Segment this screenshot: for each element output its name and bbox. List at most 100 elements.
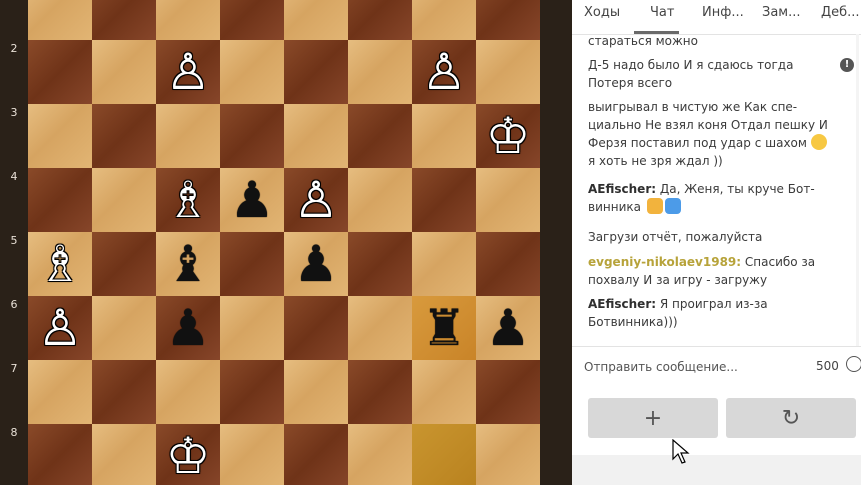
white-bishop-icon[interactable]: ♗ bbox=[28, 232, 92, 296]
white-pawn-icon[interactable]: ♙ bbox=[156, 40, 220, 104]
side-panel: Ходы Чат Инф... Зам... Деб... стараться … bbox=[572, 0, 861, 485]
board-square[interactable] bbox=[412, 360, 476, 424]
flexed-biceps-emoji-icon bbox=[646, 198, 663, 214]
add-button[interactable]: + bbox=[588, 398, 718, 438]
board-square[interactable] bbox=[348, 0, 412, 40]
board-square[interactable] bbox=[92, 40, 156, 104]
board-square[interactable] bbox=[156, 360, 220, 424]
board-square[interactable] bbox=[220, 0, 284, 40]
chat-message-text: я хоть не зря ждал )) bbox=[588, 154, 723, 168]
reset-button[interactable]: ↻ bbox=[726, 398, 856, 438]
board-square[interactable] bbox=[476, 232, 540, 296]
chat-username[interactable]: AEfischer: bbox=[588, 297, 656, 311]
board-square[interactable] bbox=[348, 360, 412, 424]
board-square[interactable] bbox=[92, 168, 156, 232]
emoji-picker-icon[interactable] bbox=[846, 356, 861, 372]
board-square[interactable] bbox=[348, 104, 412, 168]
chat-message-text: Д-5 надо было И я сдаюсь тогда Потеря вс… bbox=[588, 58, 794, 90]
board-square[interactable] bbox=[28, 168, 92, 232]
chess-board[interactable]: ♙ ♙ ♔ ♗ ♟ ♙ ♗ ♝ ♟ ♙ ♟ ♜ ♟ ♔ bbox=[28, 0, 540, 485]
tab-bar: Ходы Чат Инф... Зам... Деб... bbox=[572, 0, 861, 35]
board-square[interactable] bbox=[412, 104, 476, 168]
board-right-edge bbox=[540, 0, 572, 485]
white-bishop-icon[interactable]: ♗ bbox=[156, 168, 220, 232]
tab-info[interactable]: Инф... bbox=[702, 5, 744, 20]
board-square[interactable] bbox=[28, 104, 92, 168]
board-square[interactable] bbox=[476, 40, 540, 104]
tab-moves[interactable]: Ходы bbox=[584, 5, 620, 20]
board-square[interactable] bbox=[28, 424, 92, 485]
board-square[interactable] bbox=[348, 232, 412, 296]
chat-username[interactable]: evgeniy-nikolaev1989: bbox=[588, 255, 741, 269]
white-king-icon[interactable]: ♔ bbox=[156, 424, 220, 485]
board-square[interactable] bbox=[92, 424, 156, 485]
board-square[interactable] bbox=[220, 40, 284, 104]
board-square[interactable] bbox=[476, 168, 540, 232]
board-square[interactable] bbox=[412, 0, 476, 40]
rank-label: 3 bbox=[10, 106, 18, 119]
chat-message-input[interactable] bbox=[582, 355, 806, 379]
tab-notes[interactable]: Зам... bbox=[762, 5, 801, 20]
board-square[interactable] bbox=[476, 360, 540, 424]
board-square[interactable] bbox=[28, 360, 92, 424]
rank-gutter: 12345678 bbox=[0, 0, 28, 485]
white-pawn-icon[interactable]: ♙ bbox=[412, 40, 476, 104]
board-square[interactable] bbox=[284, 296, 348, 360]
board-square[interactable] bbox=[284, 424, 348, 485]
report-warning-icon[interactable]: ! bbox=[840, 58, 854, 72]
board-square[interactable] bbox=[476, 424, 540, 485]
board-square[interactable] bbox=[28, 0, 92, 40]
board-square[interactable] bbox=[220, 232, 284, 296]
char-counter: 500 bbox=[816, 359, 839, 373]
board-square[interactable] bbox=[92, 360, 156, 424]
board-square[interactable] bbox=[220, 424, 284, 485]
rotate-icon: ↻ bbox=[781, 405, 801, 431]
board-square[interactable] bbox=[220, 296, 284, 360]
board-square[interactable] bbox=[284, 104, 348, 168]
black-pawn-icon[interactable]: ♟ bbox=[284, 232, 348, 296]
rank-label: 7 bbox=[10, 362, 18, 375]
board-square[interactable] bbox=[348, 40, 412, 104]
white-pawn-icon[interactable]: ♙ bbox=[28, 296, 92, 360]
chat-username[interactable]: AEfischer: bbox=[588, 182, 656, 196]
black-pawn-icon[interactable]: ♟ bbox=[220, 168, 284, 232]
board-square[interactable] bbox=[220, 360, 284, 424]
plus-icon: + bbox=[643, 405, 663, 431]
board-square[interactable] bbox=[156, 0, 220, 40]
board-square[interactable] bbox=[348, 168, 412, 232]
black-rook-icon[interactable]: ♜ bbox=[412, 296, 476, 360]
board-square[interactable] bbox=[92, 232, 156, 296]
board-square[interactable] bbox=[92, 0, 156, 40]
chat-message-text: выигрывал в чистую же Как спе-циально Не… bbox=[588, 100, 828, 150]
black-bishop-icon[interactable]: ♝ bbox=[156, 232, 220, 296]
board-square[interactable] bbox=[348, 296, 412, 360]
board-square[interactable] bbox=[220, 104, 284, 168]
rank-label: 2 bbox=[10, 42, 18, 55]
black-pawn-icon[interactable]: ♟ bbox=[476, 296, 540, 360]
chat-message-text: Загрузи отчёт, пожалуйста bbox=[588, 230, 763, 244]
rank-label: 4 bbox=[10, 170, 18, 183]
board-square[interactable] bbox=[92, 296, 156, 360]
thumbs-up-emoji-icon bbox=[664, 198, 681, 214]
white-king-icon[interactable]: ♔ bbox=[476, 104, 540, 168]
tab-openings[interactable]: Деб... bbox=[821, 5, 860, 20]
black-pawn-icon[interactable]: ♟ bbox=[156, 296, 220, 360]
tab-chat[interactable]: Чат bbox=[650, 5, 674, 20]
board-square[interactable] bbox=[284, 40, 348, 104]
white-pawn-icon[interactable]: ♙ bbox=[284, 168, 348, 232]
chat-scrollbar[interactable] bbox=[856, 34, 859, 346]
board-square[interactable] bbox=[412, 424, 476, 485]
board-square[interactable] bbox=[412, 232, 476, 296]
board-square[interactable] bbox=[28, 40, 92, 104]
board-square[interactable] bbox=[284, 0, 348, 40]
board-square[interactable] bbox=[156, 104, 220, 168]
board-square[interactable] bbox=[412, 168, 476, 232]
chat-message: evgeniy-nikolaev1989: Спасибо за похвалу… bbox=[588, 253, 828, 289]
chat-input-row: 500 bbox=[572, 346, 861, 387]
board-square[interactable] bbox=[92, 104, 156, 168]
chat-message: AEfischer: Я проиграл из-за Ботвинника))… bbox=[588, 295, 828, 331]
chat-message: стараться можно bbox=[588, 34, 828, 50]
board-square[interactable] bbox=[476, 0, 540, 40]
board-square[interactable] bbox=[284, 360, 348, 424]
board-square[interactable] bbox=[348, 424, 412, 485]
